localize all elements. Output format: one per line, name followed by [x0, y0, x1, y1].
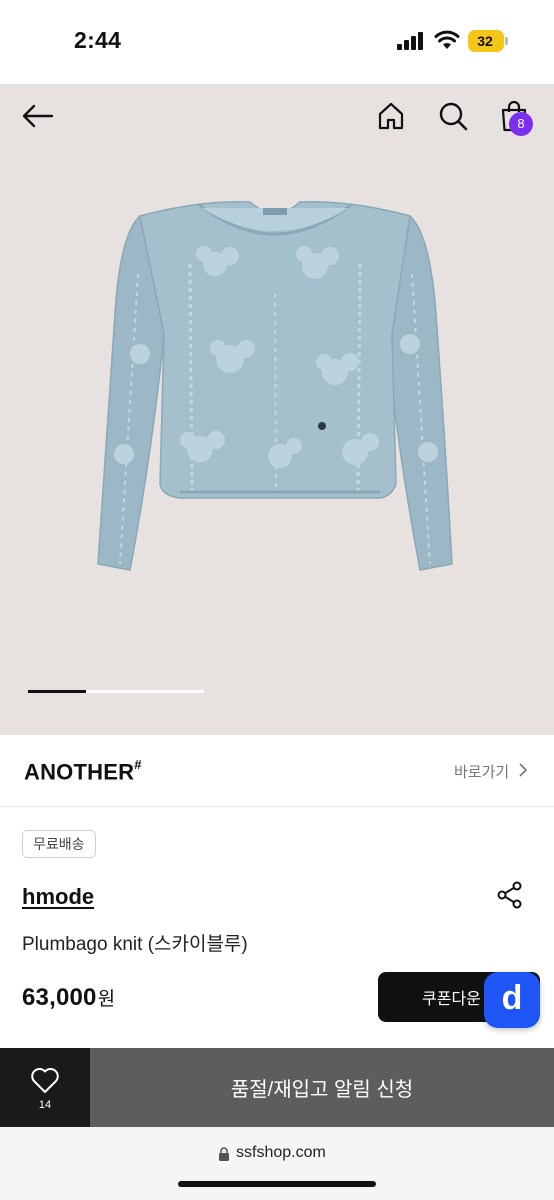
free-shipping-tag: 무료배송 — [22, 830, 96, 858]
maker-link[interactable]: hmode — [22, 884, 94, 910]
back-button[interactable] — [20, 98, 56, 134]
coupon-button-label: 쿠폰다운 — [422, 991, 481, 1008]
product-photo — [97, 201, 453, 571]
brand-row[interactable]: ANOTHER# 바로가기 — [0, 735, 554, 807]
heart-icon — [31, 1067, 59, 1093]
price-currency: 원 — [97, 989, 116, 1010]
status-bar: 2:44 32 — [0, 0, 554, 84]
battery-indicator: 32 — [468, 30, 508, 52]
browser-url-bar[interactable]: ssfshop.com — [0, 1127, 554, 1200]
product-price: 63,000원 — [22, 984, 115, 1012]
carousel-indicator-active — [28, 690, 86, 693]
search-button[interactable] — [435, 98, 471, 134]
home-icon — [378, 102, 404, 130]
status-time: 2:44 — [74, 27, 122, 53]
lock-icon — [219, 1147, 229, 1161]
cellular-signal-icon — [397, 32, 423, 50]
like-button[interactable]: 14 — [0, 1048, 90, 1127]
product-image-carousel[interactable]: 8 — [0, 84, 554, 735]
top-navigation: 8 — [0, 84, 554, 150]
cart-count-badge: 8 — [509, 112, 533, 136]
brand-mark: # — [134, 757, 142, 772]
price-value: 63,000 — [22, 984, 97, 1011]
restock-button-label: 품절/재입고 알림 신청 — [230, 1079, 414, 1101]
floating-app-button[interactable]: d — [484, 972, 540, 1028]
brand-name: ANOTHER — [24, 759, 135, 785]
share-icon[interactable] — [496, 881, 524, 909]
chevron-right-icon — [519, 763, 528, 777]
product-title: Plumbago knit (스카이블루) — [22, 934, 248, 955]
battery-level: 32 — [477, 33, 493, 49]
arrow-left-icon — [22, 104, 54, 128]
bottom-action-bar: 14 품절/재입고 알림 신청 — [0, 1048, 554, 1127]
like-count: 14 — [38, 1099, 52, 1111]
floating-app-label: d — [501, 979, 523, 1017]
home-indicator[interactable] — [178, 1181, 376, 1187]
home-button[interactable] — [373, 98, 409, 134]
wifi-icon — [434, 30, 460, 49]
brand-shortcut-link[interactable]: 바로가기 — [454, 761, 509, 782]
carousel-indicator — [28, 690, 204, 693]
search-icon — [439, 102, 468, 131]
url-text[interactable]: ssfshop.com — [236, 1144, 326, 1162]
battery-cap — [505, 37, 508, 45]
restock-alert-button[interactable]: 품절/재입고 알림 신청 — [90, 1048, 554, 1127]
brand-logo: ANOTHER# — [24, 757, 142, 785]
